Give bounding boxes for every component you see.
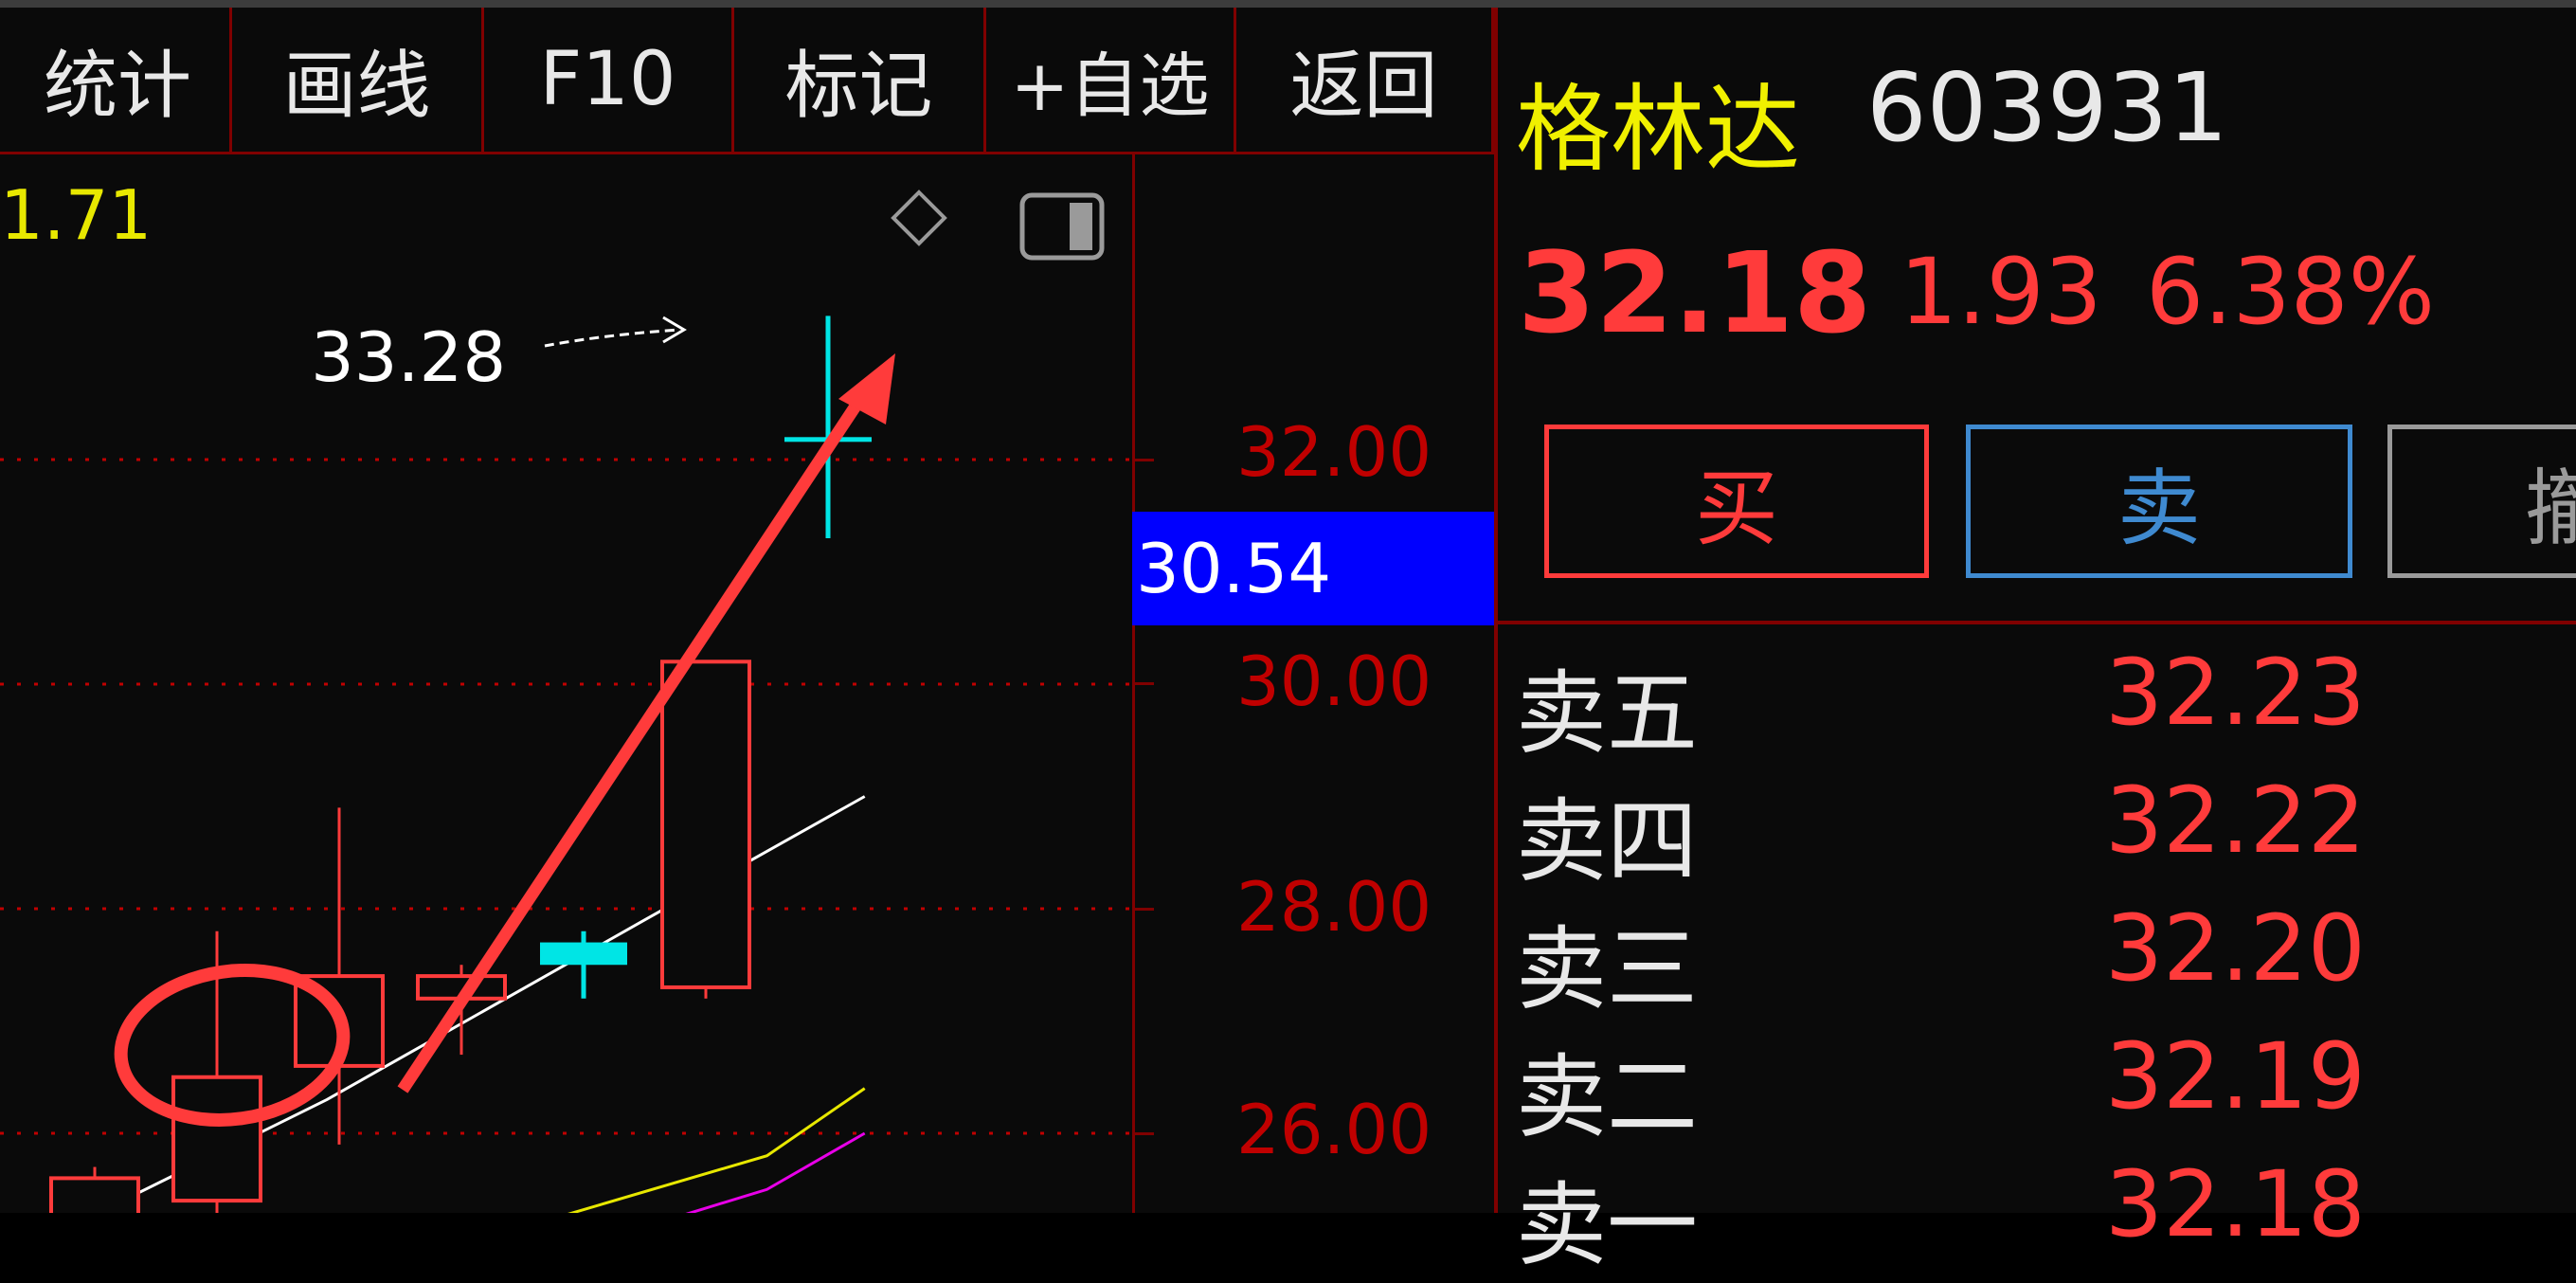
toolbar-back-button[interactable]: 返回 (1236, 8, 1494, 152)
orderbook-label: 卖一 (1516, 1172, 1698, 1278)
sell-button[interactable]: 卖 (1966, 425, 2352, 578)
toolbar-mark-button[interactable]: 标记 (734, 8, 986, 152)
orderbook-label: 卖五 (1516, 660, 1698, 767)
stock-code: 603931 (1866, 52, 2228, 163)
axis-tick-mark (1135, 682, 1154, 685)
ma-value-label: 1.71 (0, 175, 153, 255)
panel-toggle-icon[interactable] (1018, 190, 1106, 263)
toolbar-f10-button[interactable]: F10 (484, 8, 734, 152)
orderbook-price[interactable]: 32.19 (2105, 1023, 2366, 1129)
orderbook-row: 卖一 32.18 (1516, 1151, 2576, 1279)
candle-body (49, 1176, 140, 1213)
axis-tick-mark (1135, 459, 1154, 461)
orderbook-price[interactable]: 32.22 (2105, 768, 2366, 874)
axis-label-28: 28.00 (1236, 867, 1432, 947)
orderbook-label: 卖三 (1516, 916, 1698, 1022)
axis-label-26: 26.00 (1236, 1090, 1432, 1169)
axis-label-30: 30.00 (1236, 642, 1432, 721)
price-change: 1.93 (1900, 239, 2102, 345)
ma-line (567, 1087, 866, 1213)
annotation-arrow-line (397, 378, 877, 1093)
candle-body (540, 942, 627, 966)
window-top-border (0, 0, 2576, 8)
axis-tick-mark (1135, 908, 1154, 911)
cancel-order-button[interactable]: 撤 (2387, 425, 2576, 578)
axis-label-32: 32.00 (1236, 412, 1432, 492)
price-change-percent: 6.38% (2146, 239, 2435, 345)
orderbook-label: 卖二 (1516, 1044, 1698, 1150)
axis-tick-mark (1135, 1132, 1154, 1135)
orderbook-row: 卖五 32.23 (1516, 640, 2576, 768)
candle-body (171, 1075, 262, 1203)
last-price: 32.18 (1518, 227, 1872, 358)
diamond-icon[interactable] (891, 190, 947, 246)
orderbook-row: 卖二 32.19 (1516, 1023, 2576, 1151)
stock-name: 格林达 (1516, 74, 1800, 185)
toolbar-draw-button[interactable]: 画线 (232, 8, 484, 152)
chart-toolbar: 统计 画线 F10 标记 +自选 返回 (0, 8, 1497, 154)
candle-body (660, 660, 751, 989)
toolbar-add-watchlist-button[interactable]: +自选 (986, 8, 1236, 152)
orderbook-price[interactable]: 32.18 (2105, 1151, 2366, 1257)
orderbook-row: 卖三 32.20 (1516, 895, 2576, 1023)
high-pointer-arrow (544, 328, 681, 348)
orderbook-label: 卖四 (1516, 788, 1698, 894)
orderbook-row: 卖四 32.22 (1516, 768, 2576, 895)
orderbook-price[interactable]: 32.20 (2105, 895, 2366, 1002)
ma-line (685, 1131, 866, 1213)
kline-svg (0, 316, 1132, 1213)
high-price-label: 33.28 (311, 317, 507, 397)
buy-button[interactable]: 买 (1544, 425, 1929, 578)
orderbook-divider (1498, 621, 2576, 624)
orderbook-price[interactable]: 32.23 (2105, 640, 2366, 746)
toolbar-stats-button[interactable]: 统计 (0, 8, 232, 152)
current-price-marker: 30.54 (1132, 512, 1494, 625)
